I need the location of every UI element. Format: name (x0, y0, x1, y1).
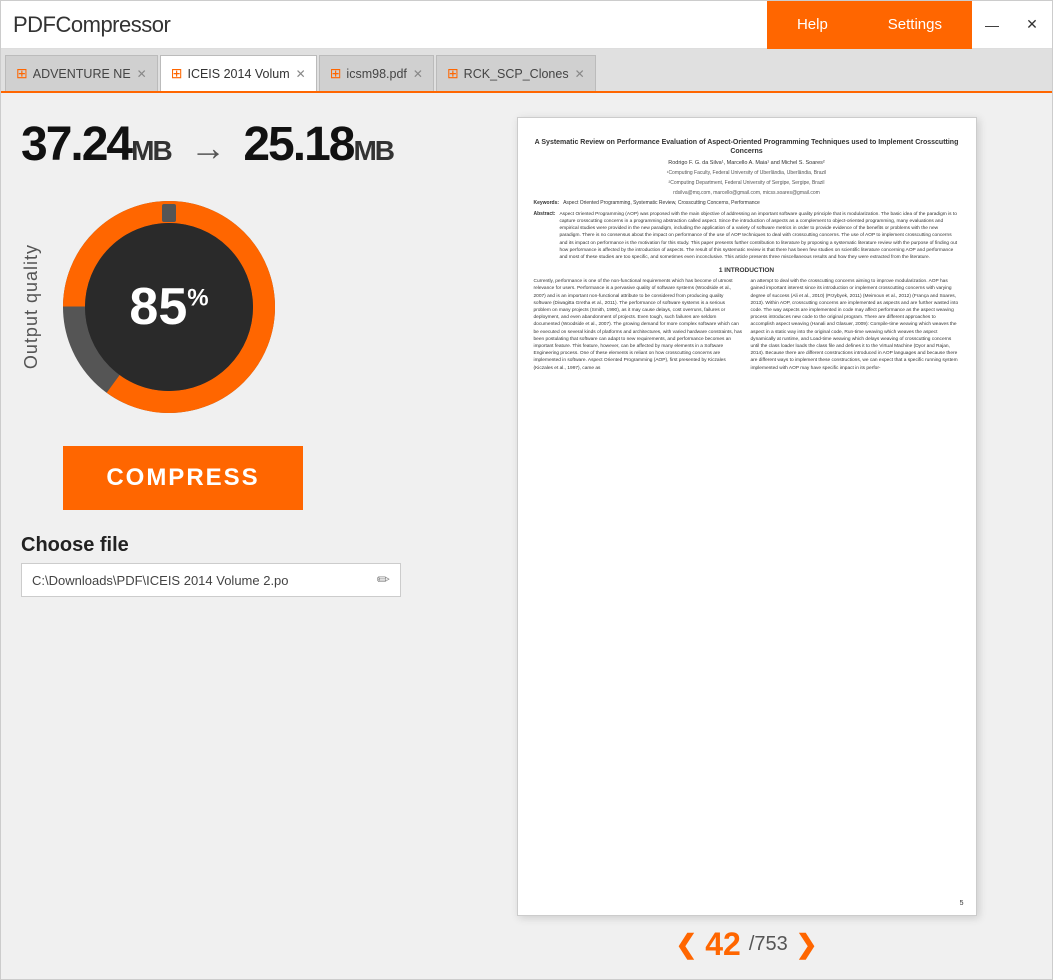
compressed-unit: MB (353, 135, 393, 166)
tab-icsm98[interactable]: ⊞ icsm98.pdf ✕ (319, 55, 434, 91)
pdf-affil2: ²Computing Department, Federal Universit… (534, 180, 960, 187)
pdf-preview: A Systematic Review on Performance Evalu… (517, 117, 977, 916)
original-unit: MB (131, 135, 171, 166)
file-size-display: 37.24MB → 25.18MB (21, 117, 441, 172)
pdf-abstract-row: Abstract: Aspect Oriented Programming (A… (534, 211, 960, 261)
page-current: 42 (705, 926, 741, 963)
pdf-keywords-text: Aspect Oriented Programming, Systematic … (563, 200, 760, 207)
pdf-affil3: rdsilva@mq.com, marcello@gmail.com, mics… (534, 190, 960, 197)
logo-pdf: PDF (13, 12, 56, 37)
file-input-row: C:\Downloads\PDF\ICEIS 2014 Volume 2.po … (21, 563, 401, 597)
tab-iceis-label: ICEIS 2014 Volum (187, 67, 289, 81)
original-size: 37.24 (21, 118, 131, 171)
main-content: 37.24MB → 25.18MB Output quality (1, 93, 1052, 979)
pdf-col1: Currently, performance is one of the non… (534, 278, 743, 371)
pdf-content: A Systematic Review on Performance Evalu… (534, 138, 960, 372)
left-panel: 37.24MB → 25.18MB Output quality (21, 117, 441, 963)
title-bar-nav: Help Settings (767, 1, 972, 49)
pdf-page-number: 5 (960, 900, 964, 907)
file-path: C:\Downloads\PDF\ICEIS 2014 Volume 2.po (32, 573, 377, 588)
tab-adventure-label: ADVENTURE NE (33, 67, 131, 81)
pdf-title: A Systematic Review on Performance Evalu… (534, 138, 960, 156)
tab-adventure-close[interactable]: ✕ (137, 67, 147, 81)
tab-pdf-icon-4: ⊞ (447, 65, 459, 82)
close-button[interactable]: ✕ (1012, 1, 1052, 49)
pdf-col2: an attempt to deal with the crosscutting… (751, 278, 960, 371)
tab-pdf-icon-1: ⊞ (16, 65, 28, 82)
tab-iceis[interactable]: ⊞ ICEIS 2014 Volum ✕ (160, 55, 317, 91)
pdf-two-col: Currently, performance is one of the non… (534, 278, 960, 371)
tab-bar: ⊞ ADVENTURE NE ✕ ⊞ ICEIS 2014 Volum ✕ ⊞ … (1, 49, 1052, 93)
donut-chart[interactable]: 85% (54, 192, 284, 422)
compressed-size: 25.18 (243, 118, 353, 171)
title-bar-left: PDFCompressor (13, 12, 170, 38)
app-logo: PDFCompressor (13, 12, 170, 38)
page-separator-total: /753 (749, 933, 788, 956)
minimize-button[interactable]: — (972, 1, 1012, 49)
window-controls: — ✕ (972, 1, 1052, 49)
pdf-abstract-label: Abstract: (534, 211, 556, 261)
edit-icon[interactable]: ✏ (377, 570, 390, 590)
tab-icsm98-label: icsm98.pdf (346, 67, 406, 81)
tab-pdf-icon-2: ⊞ (171, 65, 183, 82)
page-total: 753 (754, 933, 787, 955)
help-button[interactable]: Help (767, 1, 858, 49)
pdf-abstract-text: Aspect Oriented Programming (AOP) was pr… (559, 211, 959, 261)
title-bar: PDFCompressor Help Settings — ✕ (1, 1, 1052, 49)
tab-rck[interactable]: ⊞ RCK_SCP_Clones ✕ (436, 55, 596, 91)
tab-adventure[interactable]: ⊞ ADVENTURE NE ✕ (5, 55, 158, 91)
quality-percentage: 85% (129, 277, 208, 337)
pdf-keywords-label: Keywords: (534, 200, 560, 207)
app-window: PDFCompressor Help Settings — ✕ ⊞ ADVENT… (0, 0, 1053, 980)
right-panel: A Systematic Review on Performance Evalu… (461, 117, 1032, 963)
tab-rck-close[interactable]: ✕ (575, 67, 585, 81)
page-navigation: ❮ 42 /753 ❯ (675, 926, 817, 963)
output-quality-label: Output quality (21, 244, 42, 369)
compress-button[interactable]: COMPRESS (63, 446, 303, 510)
pdf-affil1: ¹Computing Faculty, Federal University o… (534, 170, 960, 177)
tab-iceis-close[interactable]: ✕ (296, 67, 306, 81)
logo-rest: Compressor (56, 12, 171, 37)
settings-button[interactable]: Settings (858, 1, 972, 49)
pdf-keywords-row: Keywords: Aspect Oriented Programming, S… (534, 200, 960, 207)
pdf-authors: Rodrigo F. G. da Silva¹, Marcello A. Mai… (534, 160, 960, 168)
size-arrow: → (190, 127, 224, 168)
tab-icsm98-close[interactable]: ✕ (413, 67, 423, 81)
quality-value: 85 (129, 278, 187, 336)
pdf-section1-title: 1 INTRODUCTION (534, 266, 960, 275)
tab-pdf-icon-3: ⊞ (330, 65, 342, 82)
quality-suffix: % (187, 285, 208, 312)
choose-file-label: Choose file (21, 534, 441, 557)
tab-rck-label: RCK_SCP_Clones (464, 67, 569, 81)
donut-area: Output quality (21, 192, 441, 422)
page-prev-button[interactable]: ❮ (675, 929, 697, 960)
page-next-button[interactable]: ❯ (796, 929, 818, 960)
choose-file-section: Choose file C:\Downloads\PDF\ICEIS 2014 … (21, 534, 441, 597)
